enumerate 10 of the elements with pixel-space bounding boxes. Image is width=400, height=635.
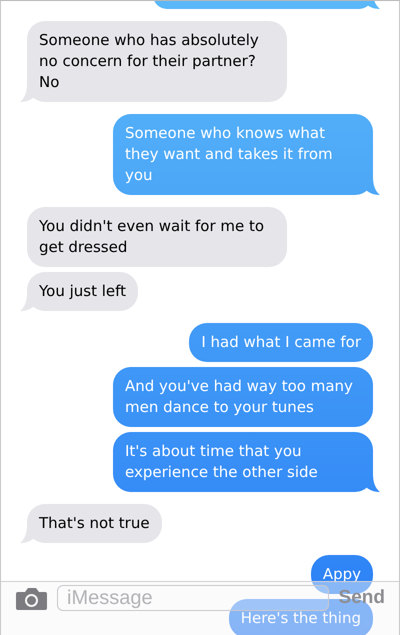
camera-icon[interactable] [16, 588, 47, 610]
message-bubble: It's about time that you experience the other side [113, 432, 373, 492]
message-bubble: And you've had way too many men dance to your tunes [113, 367, 373, 427]
message-bubble: You just left [27, 272, 138, 311]
message-bubble: Someone who has absolutely no concern for their partner? No [27, 21, 287, 102]
message-input-field[interactable]: iMessage [57, 585, 329, 611]
message-bubble: I had what I came for [189, 323, 373, 362]
message-bubble: Someone who knows what they want and takes it from you [113, 114, 373, 195]
message-bubble: You didn't even wait for me to get dressed [27, 207, 287, 267]
message-bubble: That's not true [27, 504, 162, 543]
